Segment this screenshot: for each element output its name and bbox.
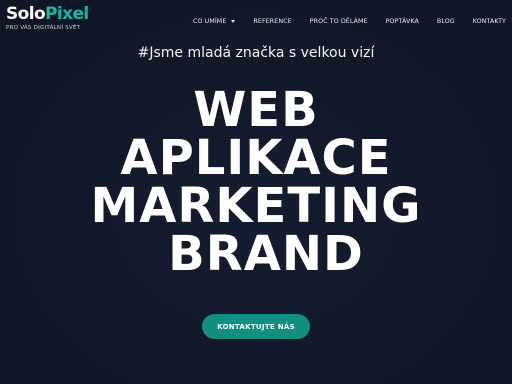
nav-item-co-umime[interactable]: CO UMÍME [192, 17, 236, 25]
logo-tagline: PRO VÁS DIGITÁLNÍ SVĚT [6, 25, 81, 31]
hero-line-marketing: MARKETING [90, 178, 422, 234]
hero-line-aplikace: APLIKACE [120, 130, 392, 186]
chevron-down-icon [231, 19, 236, 23]
nav-item-label: CO UMÍME [192, 17, 227, 25]
site-header: SoloPixel PRO VÁS DIGITÁLNÍ SVĚT CO UMÍM… [0, 0, 512, 40]
hero-line-web: WEB [193, 82, 319, 138]
main-nav: CO UMÍME REFERENCE PROČ TO DĚLÁME POPTÁV… [193, 14, 506, 28]
hero-headline: WEB APLIKACE MARKETING BRAND [0, 86, 512, 278]
logo-solo-text: Solo [6, 4, 46, 24]
nav-item-poptavka[interactable]: POPTÁVKA [386, 18, 419, 25]
logo[interactable]: SoloPixel PRO VÁS DIGITÁLNÍ SVĚT [6, 4, 96, 34]
logo-wordmark: SoloPixel [6, 4, 96, 24]
hero-line-brand: BRAND [168, 226, 364, 282]
nav-item-label: POPTÁVKA [385, 17, 419, 25]
nav-item-label: KONTAKTY [472, 17, 506, 25]
hero-subtitle: #Jsme mladá značka s velkou vizí [137, 45, 375, 61]
nav-item-reference[interactable]: REFERENCE [253, 18, 291, 25]
contact-us-button[interactable]: KONTAKTUJTE NÁS [202, 314, 310, 339]
nav-item-blog[interactable]: BLOG [437, 18, 455, 25]
nav-item-kontakty[interactable]: KONTAKTY [473, 18, 506, 25]
nav-item-label: REFERENCE [253, 17, 292, 25]
page: SoloPixel PRO VÁS DIGITÁLNÍ SVĚT CO UMÍM… [0, 0, 512, 384]
nav-item-label: PROČ TO DĚLÁME [309, 17, 368, 25]
nav-item-proc-to-delame[interactable]: PROČ TO DĚLÁME [310, 18, 368, 25]
nav-item-label: BLOG [436, 17, 455, 25]
logo-pixel-text: Pixel [45, 4, 89, 24]
